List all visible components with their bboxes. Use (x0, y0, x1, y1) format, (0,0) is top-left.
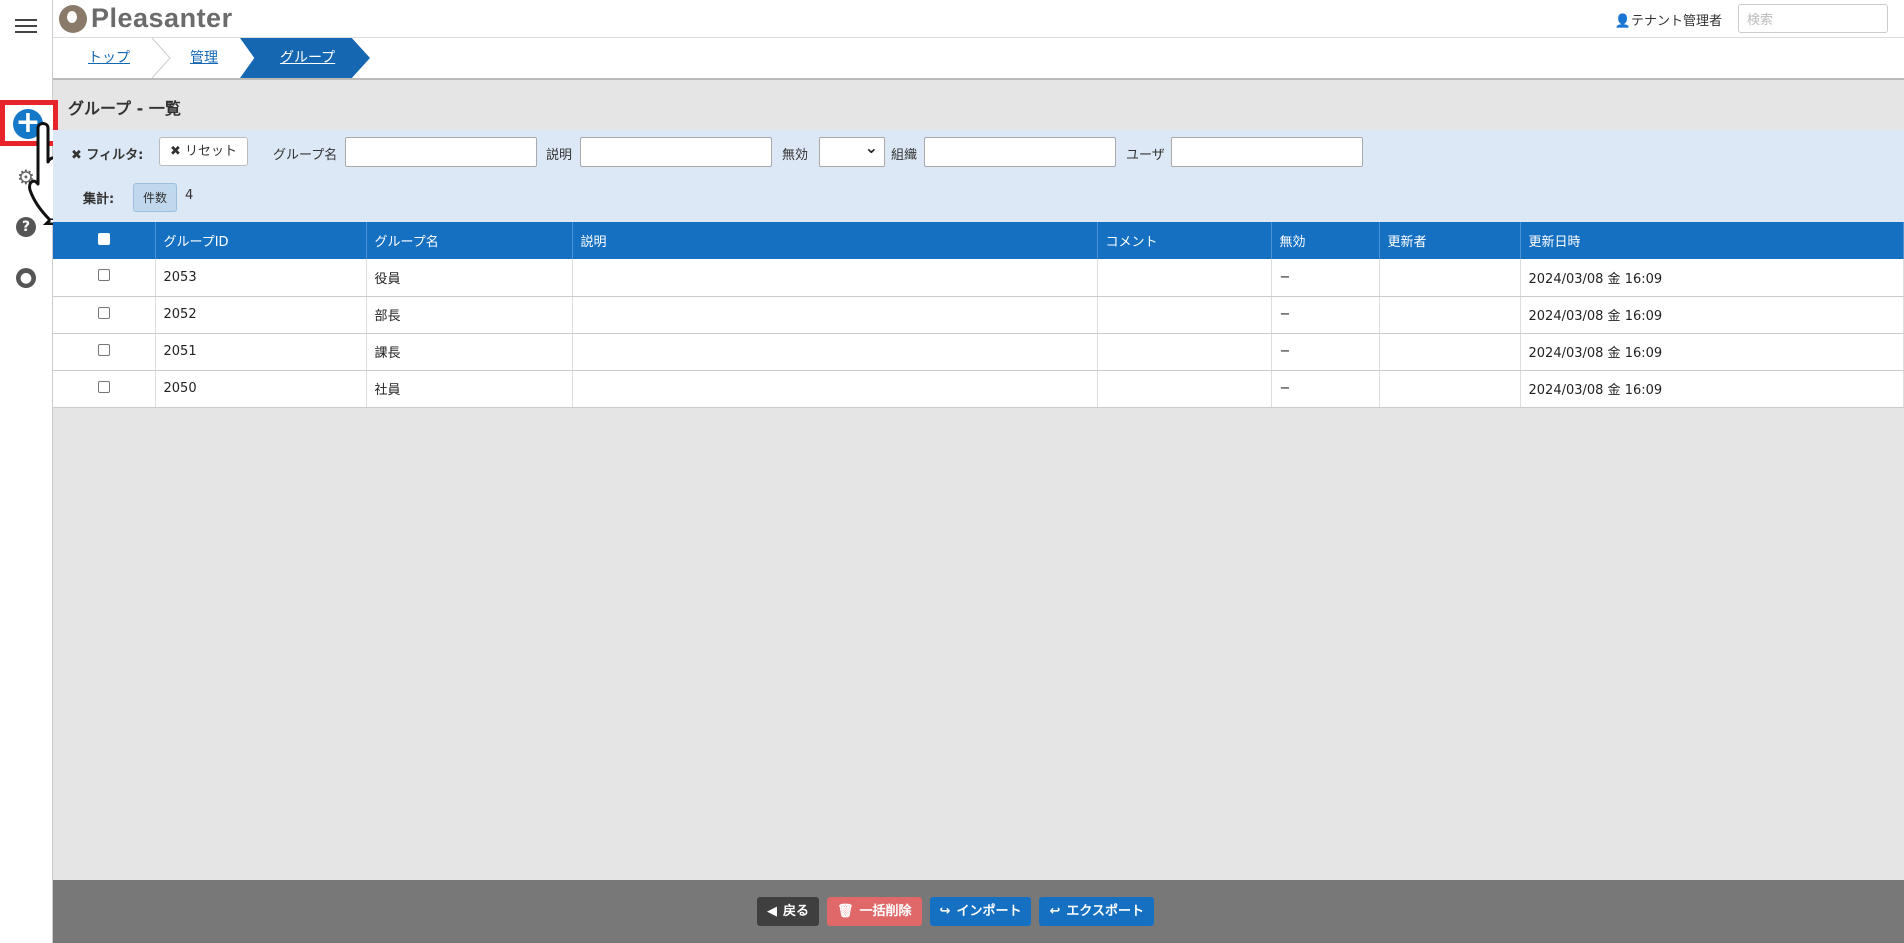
row-select-cell (53, 296, 156, 334)
cell-group-name: 課長 (366, 333, 573, 371)
reset-button[interactable]: ✖ リセット (159, 137, 249, 166)
user-label: ユーザ (1126, 148, 1165, 163)
footer-bar: ◀ 戻る 🗑 一括削除 ↪ インポート ↩ エクスポート (53, 880, 1904, 943)
row-checkbox[interactable] (97, 343, 110, 356)
column-header-comment[interactable]: コメント (1097, 222, 1272, 259)
cell-group-id: 2050 (155, 370, 367, 408)
row-checkbox[interactable] (97, 380, 110, 393)
breadcrumb-top[interactable]: トップ (88, 38, 130, 78)
column-header-updater[interactable]: 更新者 (1379, 222, 1521, 259)
back-button[interactable]: ◀ 戻る (757, 897, 820, 926)
description-filter-input[interactable] (580, 137, 772, 167)
cell-description (572, 296, 1098, 334)
cell-group-name: 社員 (366, 370, 573, 408)
column-header-disabled[interactable]: 無効 (1271, 222, 1380, 259)
cell-description (572, 259, 1098, 297)
back-circle-icon: ◀ (767, 904, 777, 919)
logo-text: Pleasanter (91, 3, 233, 33)
hamburger-menu-icon[interactable] (12, 12, 40, 40)
organization-filter-input[interactable] (924, 137, 1116, 167)
row-checkbox[interactable] (97, 306, 110, 319)
table-header-row: グループID グループ名 説明 コメント 無効 更新者 更新日時 (53, 222, 1904, 259)
cell-updater (1379, 333, 1521, 371)
cell-updater (1379, 370, 1521, 408)
breadcrumb-group-active[interactable]: グループ (240, 38, 370, 78)
column-header-description[interactable]: 説明 (572, 222, 1098, 259)
row-checkbox[interactable] (97, 269, 110, 282)
cell-description (572, 370, 1098, 408)
tenant-admin-menu[interactable]: 👤テナント管理者 (1615, 10, 1722, 29)
search-input[interactable]: 検索 (1738, 4, 1888, 33)
cell-disabled: − (1271, 259, 1380, 297)
cell-updated: 2024/03/08 金 16:09 (1520, 259, 1904, 297)
user-account-icon[interactable]: ● (12, 264, 40, 292)
cell-updated: 2024/03/08 金 16:09 (1520, 296, 1904, 334)
cell-updated: 2024/03/08 金 16:09 (1520, 370, 1904, 408)
column-header-group-name[interactable]: グループ名 (366, 222, 573, 259)
cell-comment (1097, 259, 1272, 297)
cell-group-id: 2051 (155, 333, 367, 371)
cell-comment (1097, 333, 1272, 371)
row-select-cell (53, 370, 156, 408)
table-row[interactable]: 2051 課長 − 2024/03/08 金 16:09 (53, 333, 1904, 371)
breadcrumb-group-label: グループ (280, 50, 336, 66)
export-arrow-icon: ↩ (1049, 904, 1061, 919)
import-arrow-icon: ↪ (939, 904, 951, 919)
app-header: Pleasanter 👤テナント管理者 検索 (53, 0, 1904, 38)
cell-disabled: − (1271, 333, 1380, 371)
breadcrumb-admin[interactable]: 管理 (190, 38, 218, 78)
reset-label: リセット (185, 144, 238, 159)
cell-group-id: 2052 (155, 296, 367, 334)
table-row[interactable]: 2053 役員 − 2024/03/08 金 16:09 (53, 259, 1904, 297)
back-label: 戻る (783, 904, 810, 919)
user-small-icon: 👤 (1614, 14, 1631, 29)
import-label: インポート (956, 904, 1022, 919)
column-header-updated[interactable]: 更新日時 (1520, 222, 1904, 259)
cell-group-id: 2053 (155, 259, 367, 297)
cell-disabled: − (1271, 296, 1380, 334)
count-badge[interactable]: 件数 (133, 183, 178, 212)
export-button[interactable]: ↩ エクスポート (1039, 897, 1154, 926)
table-row[interactable]: 2050 社員 − 2024/03/08 金 16:09 (53, 370, 1904, 408)
breadcrumb-separator-icon (151, 38, 171, 78)
cell-comment (1097, 296, 1272, 334)
disabled-filter-select[interactable] (819, 137, 885, 167)
select-all-checkbox[interactable] (97, 232, 110, 245)
pleasanter-bird-icon (59, 4, 87, 33)
select-all-cell (53, 222, 156, 259)
trash-icon: 🗑 (837, 904, 854, 919)
cell-description (572, 333, 1098, 371)
import-button[interactable]: ↪ インポート (929, 897, 1032, 926)
cell-comment (1097, 370, 1272, 408)
cell-updater (1379, 296, 1521, 334)
filter-label-text: フィルタ: (86, 148, 144, 163)
user-filter-input[interactable] (1171, 137, 1363, 167)
group-name-label: グループ名 (273, 148, 338, 163)
cell-group-name: 部長 (366, 296, 573, 334)
column-header-group-id[interactable]: グループID (155, 222, 367, 259)
disabled-label: 無効 (782, 148, 809, 163)
cell-group-name: 役員 (366, 259, 573, 297)
page-title: グループ - 一覧 (68, 99, 181, 118)
group-table: グループID グループ名 説明 コメント 無効 更新者 更新日時 2053 役員… (53, 222, 1904, 408)
bulk-delete-label: 一括削除 (859, 904, 912, 919)
cell-updater (1379, 259, 1521, 297)
breadcrumb: トップ 管理 グループ (53, 38, 1904, 80)
description-label: 説明 (546, 148, 573, 163)
filter-panel: ✖ フィルタ: ✖ リセット グループ名 説明 無効 組織 ユーザ 集計: 件数… (53, 130, 1904, 222)
filter-label: ✖ フィルタ: (71, 148, 144, 163)
bulk-delete-button[interactable]: 🗑 一括削除 (827, 897, 922, 926)
count-value: 4 (185, 188, 194, 203)
cell-disabled: − (1271, 370, 1380, 408)
export-label: エクスポート (1066, 904, 1144, 919)
organization-label: 組織 (891, 148, 918, 163)
tenant-label: テナント管理者 (1630, 14, 1722, 29)
cell-updated: 2024/03/08 金 16:09 (1520, 333, 1904, 371)
table-row[interactable]: 2052 部長 − 2024/03/08 金 16:09 (53, 296, 1904, 334)
group-name-filter-input[interactable] (345, 137, 537, 167)
aggregation-label: 集計: (83, 192, 115, 207)
row-select-cell (53, 333, 156, 371)
row-select-cell (53, 259, 156, 297)
app-logo[interactable]: Pleasanter (59, 3, 233, 34)
